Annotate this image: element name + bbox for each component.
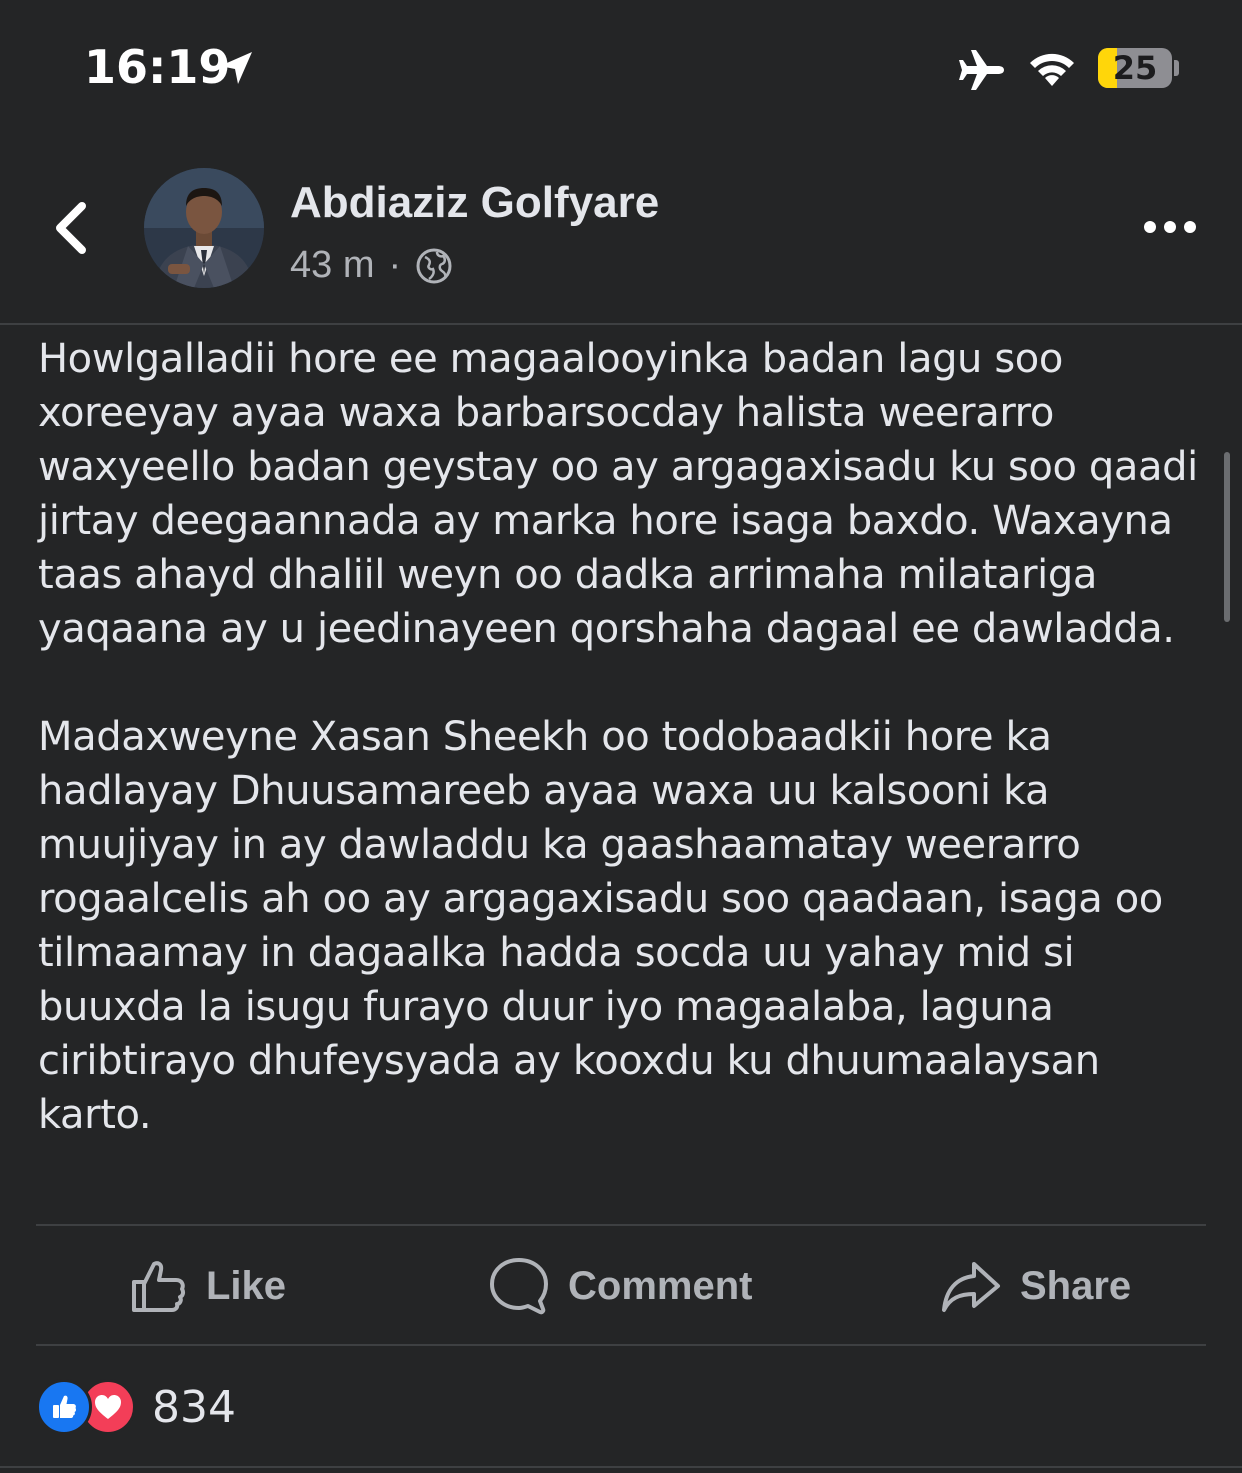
- share-arrow-icon: [942, 1262, 1000, 1312]
- bottom-divider: [0, 1466, 1242, 1468]
- battery-level: 25: [1112, 49, 1158, 87]
- post-time[interactable]: 43 m: [290, 244, 374, 287]
- battery-icon: 25: [1098, 48, 1172, 88]
- comment-label: Comment: [568, 1263, 753, 1308]
- comment-bubble-icon: [490, 1258, 548, 1315]
- wifi-icon: [1030, 53, 1074, 86]
- post-header: Abdiaziz Golfyare 43 m ·: [0, 140, 1242, 323]
- like-button[interactable]: Like: [128, 1252, 286, 1320]
- more-options-button[interactable]: [1140, 214, 1200, 240]
- author-name[interactable]: Abdiaziz Golfyare: [290, 178, 659, 228]
- header-divider: [0, 323, 1242, 325]
- reactions-summary[interactable]: 834: [36, 1379, 236, 1435]
- comment-button[interactable]: Comment: [488, 1252, 752, 1320]
- avatar-photo: [144, 168, 264, 288]
- airplane-mode-icon: [959, 50, 1004, 90]
- reaction-count: 834: [152, 1381, 236, 1433]
- post-body: Howlgalladii hore ee magaalooyinka badan…: [38, 332, 1208, 1196]
- action-divider-top: [36, 1224, 1206, 1226]
- post-paragraph: Howlgalladii hore ee magaalooyinka badan…: [38, 336, 1198, 652]
- thumbs-up-icon: [132, 1261, 186, 1312]
- like-reaction-icon: [36, 1379, 92, 1435]
- globe-icon: [416, 248, 452, 283]
- meta-separator: ·: [388, 244, 402, 286]
- scrollbar[interactable]: [1224, 452, 1230, 622]
- author-avatar[interactable]: [144, 168, 264, 288]
- share-button[interactable]: Share: [940, 1252, 1131, 1320]
- location-arrow-icon: [220, 52, 252, 84]
- status-bar: 16:19 25: [0, 0, 1242, 140]
- battery-nub: [1174, 60, 1179, 76]
- post-paragraph: Madaxweyne Xasan Sheekh oo todobaadkii h…: [38, 714, 1163, 1138]
- post-meta: 43 m ·: [290, 244, 453, 287]
- like-label: Like: [206, 1263, 287, 1308]
- back-button[interactable]: [46, 198, 96, 258]
- share-label: Share: [1020, 1263, 1132, 1308]
- status-time: 16:19: [84, 40, 231, 94]
- heart-icon: [95, 1395, 121, 1419]
- action-divider-bottom: [36, 1344, 1206, 1346]
- thumbs-up-icon: [53, 1395, 77, 1418]
